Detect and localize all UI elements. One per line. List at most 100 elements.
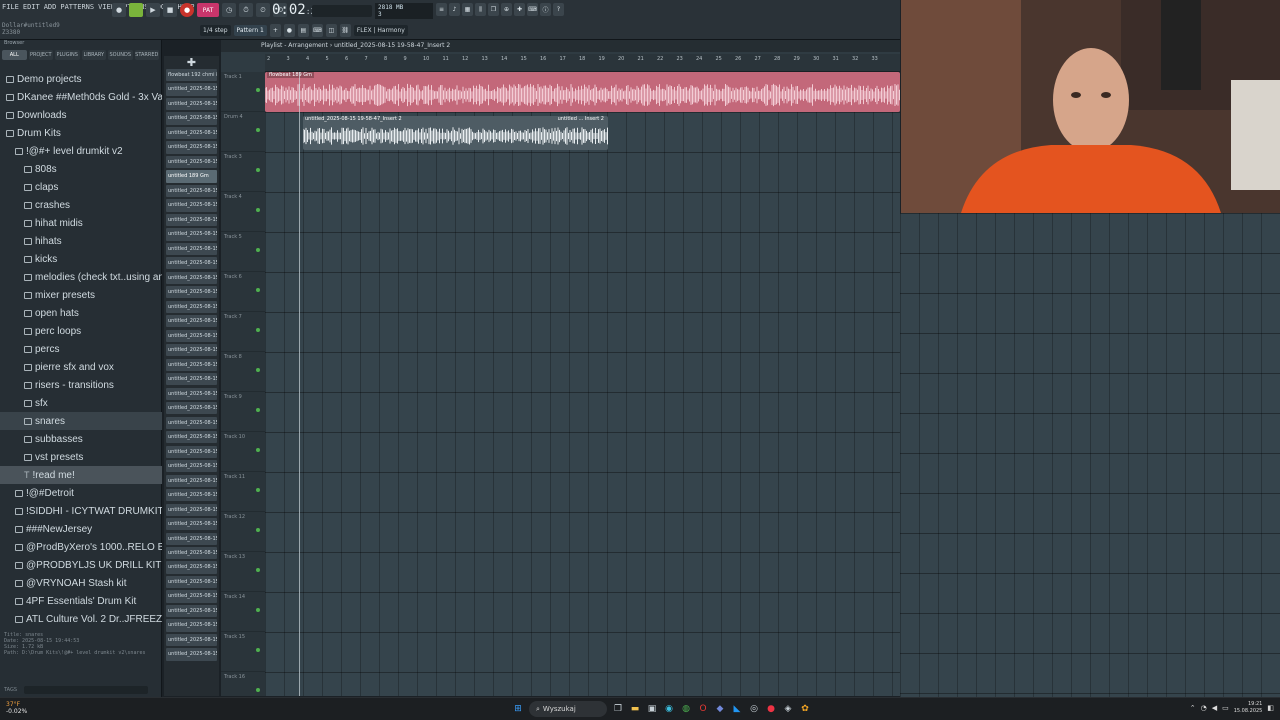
plugin-database-icon[interactable]: ⊕ — [501, 3, 512, 16]
fl-studio-icon[interactable]: ✿ — [799, 702, 811, 716]
browser-item[interactable]: Demo projects — [0, 70, 162, 88]
picker-clip[interactable]: untitled_2025-08-15 19 — [166, 402, 217, 415]
track-enable-led[interactable] — [256, 328, 260, 332]
track-header[interactable]: Track 3 — [221, 152, 265, 192]
picker-clip[interactable]: untitled_2025-08-15 19 — [166, 97, 217, 111]
track-header[interactable]: Track 4 — [221, 192, 265, 232]
browser-item[interactable]: T !read me! — [0, 466, 162, 484]
browser-tab-library[interactable]: LIBRARY — [81, 50, 106, 60]
track-enable-led[interactable] — [256, 168, 260, 172]
track-header[interactable]: Track 6 — [221, 272, 265, 312]
browser-item[interactable]: !@#Detroit — [0, 484, 162, 502]
track-header[interactable]: Track 10 — [221, 432, 265, 472]
picker-clip[interactable]: untitled_2025-08-15 19 — [166, 329, 217, 342]
track-enable-led[interactable] — [256, 568, 260, 572]
picker-clip[interactable]: untitled_2025-08-15 19 — [166, 489, 217, 502]
obs-icon[interactable]: ◎ — [748, 702, 760, 716]
playlist-grid[interactable]: flowbeat 189 Gm untitled_2025-08-15 19-5… — [265, 72, 900, 696]
browser-item[interactable]: @PRODBYLJS UK DRILL KIT VACCINE — [0, 556, 162, 574]
browser-tab-sounds[interactable]: SOUNDS — [108, 50, 133, 60]
browser-tab-starred[interactable]: STARRED — [134, 50, 159, 60]
weather-widget[interactable]: 37°F -0.02% — [6, 701, 27, 715]
play-icon[interactable]: ▶ — [146, 3, 160, 17]
picker-clip[interactable]: untitled 189 Gm — [166, 170, 217, 183]
chrome-icon[interactable]: ◍ — [680, 702, 692, 716]
pattern-mode-button[interactable]: PAT — [197, 3, 219, 17]
track-enable-led[interactable] — [256, 448, 260, 452]
picker-clip[interactable]: untitled_2025-08-15 19 — [166, 532, 217, 545]
picker-clip[interactable]: untitled_2025-08-15 19 — [166, 344, 217, 357]
track-enable-led[interactable] — [256, 288, 260, 292]
picker-clip[interactable]: flowbeat 192 chmi 85. — [166, 69, 217, 82]
track-enable-led[interactable] — [256, 488, 260, 492]
picker-clip[interactable]: untitled_2025-08-15 19 — [166, 199, 217, 212]
browser-tag-search-input[interactable] — [24, 686, 148, 694]
picker-clip[interactable]: untitled_2025-08-15 19 — [166, 358, 217, 371]
timeline-ruler[interactable]: 2 3 4 5 6 7 8 9 10 11 12 13 14 15 16 17 18 19 20 21 22 23 24 25… — [265, 54, 900, 72]
browser-item[interactable]: melodies (check txt..using any of these) — [0, 268, 162, 286]
track-header[interactable]: Track 14 — [221, 592, 265, 632]
picker-clip[interactable]: untitled_2025-08-15 19 — [166, 575, 217, 589]
store-icon[interactable]: ▣ — [646, 702, 658, 716]
menu-item-edit[interactable]: EDIT — [23, 3, 40, 17]
audio-clip-insert-2[interactable]: untitled_2025-08-15 19-58-47_Insert 2 un… — [303, 116, 608, 150]
picker-clip[interactable]: untitled_2025-08-15 19 — [166, 184, 217, 198]
picker-clip[interactable]: untitled_2025-08-15 19 — [166, 155, 217, 169]
picker-clip[interactable]: untitled_2025-08-15 19 — [166, 503, 217, 516]
opera-icon[interactable]: O — [697, 702, 709, 716]
browser-item[interactable]: risers - transitions — [0, 376, 162, 394]
menu-item-add[interactable]: ADD — [44, 3, 57, 17]
stop-icon[interactable]: ■ — [163, 3, 177, 17]
pattern-song-toggle[interactable]: ● — [112, 3, 126, 17]
picker-clip[interactable]: untitled_2025-08-15 19 — [166, 271, 217, 284]
project-info-icon[interactable]: ⓘ — [540, 3, 551, 16]
browser-item[interactable]: hihat midis — [0, 214, 162, 232]
record-icon[interactable]: ● — [180, 3, 194, 17]
browser-item[interactable]: Drum Kits — [0, 124, 162, 142]
picker-clip[interactable]: untitled_2025-08-15 19 — [166, 141, 217, 154]
browser-item[interactable]: !@#+ level drumkit v2 — [0, 142, 162, 160]
track-enable-led[interactable] — [256, 608, 260, 612]
picker-clip[interactable]: untitled_2025-08-15 19 — [166, 633, 217, 647]
picker-clip[interactable]: untitled_2025-08-15 19 — [166, 619, 217, 632]
browser-item[interactable]: ###NewJersey — [0, 520, 162, 538]
picker-clip[interactable]: untitled_2025-08-15 19 — [166, 257, 217, 270]
snap-selector[interactable]: 1/4 step — [200, 25, 231, 36]
browser-window-icon[interactable]: ❐ — [488, 3, 499, 16]
picker-clip[interactable]: untitled_2025-08-15 19 — [166, 416, 217, 429]
picker-clip[interactable]: untitled_2025-08-15 19 — [166, 83, 217, 96]
track-enable-led[interactable] — [256, 408, 260, 412]
pattern-selector[interactable]: Pattern 1 — [233, 25, 267, 36]
picker-clip[interactable]: untitled_2025-08-15 19 — [166, 590, 217, 603]
browser-item[interactable]: vst presets — [0, 448, 162, 466]
step-edit-icon[interactable]: ▤ — [297, 24, 309, 37]
volume-icon[interactable]: ◀ — [1212, 704, 1217, 712]
channel-rack-icon[interactable]: ▦ — [462, 3, 473, 16]
browser-item[interactable]: hihats — [0, 232, 162, 250]
file-explorer-icon[interactable]: ▬ — [629, 702, 641, 716]
blend-notes-icon[interactable]: ◫ — [325, 24, 337, 37]
network-icon[interactable]: ◔ — [1201, 704, 1207, 712]
master-volume-slider[interactable] — [312, 5, 372, 17]
track-header[interactable]: Track 15 — [221, 632, 265, 672]
picker-clip[interactable]: untitled_2025-08-15 19 — [166, 561, 217, 574]
playlist-grid-extension[interactable] — [900, 213, 1280, 697]
flex-harmony-label[interactable]: FLEX | Harmony — [353, 25, 408, 36]
picker-clip[interactable]: untitled_2025-08-15 19 — [166, 126, 217, 140]
browser-tab-plugins[interactable]: PLUGINS — [55, 50, 80, 60]
touch-keyboard-icon[interactable]: ⌨ — [527, 3, 538, 16]
track-header[interactable]: Track 9 — [221, 392, 265, 432]
picker-clip[interactable]: untitled_2025-08-15 19 — [166, 300, 217, 313]
song-mode-indicator-icon[interactable] — [129, 3, 143, 17]
browser-item[interactable]: snares — [0, 412, 162, 430]
tray-chevron-up-icon[interactable]: ⌃ — [1190, 704, 1196, 712]
picker-clip[interactable]: untitled_2025-08-15 19 — [166, 648, 217, 661]
picker-clip[interactable]: untitled_2025-08-15 19 — [166, 546, 217, 560]
browser-item[interactable]: sfx — [0, 394, 162, 412]
browser-tab-project[interactable]: PROJECT — [28, 50, 53, 60]
picker-clip[interactable]: untitled_2025-08-15 19 — [166, 315, 217, 328]
wait-icon[interactable]: ⏱ — [239, 3, 253, 17]
picker-clip[interactable]: untitled_2025-08-15 19 — [166, 112, 217, 125]
browser-item[interactable]: claps — [0, 178, 162, 196]
picker-clip[interactable]: untitled_2025-08-15 19 — [166, 431, 217, 444]
